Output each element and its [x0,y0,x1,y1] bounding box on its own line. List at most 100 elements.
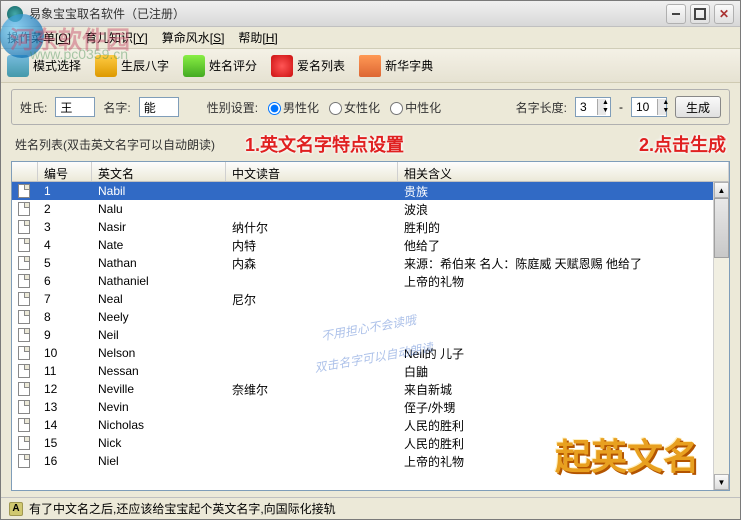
menu-fortune[interactable]: 算命风水[S] [162,29,225,46]
table-row[interactable]: 11Nessan白鼬 [12,362,729,380]
book-icon [359,55,381,77]
statusbar: A 有了中文名之后,还应该给宝宝起个英文名字,向国际化接轨 [1,497,740,519]
mode-icon [7,55,29,77]
scroll-down-button[interactable]: ▼ [714,474,729,490]
cell-english: Nessan [92,364,226,378]
table-row[interactable]: 4Nate内特他给了 [12,236,729,254]
cell-english: Nabil [92,184,226,198]
cell-number: 3 [38,220,92,234]
table-row[interactable]: 7Neal尼尔 [12,290,729,308]
table-row[interactable]: 13Nevin侄子/外甥 [12,398,729,416]
toolbar-favorites[interactable]: 爱名列表 [271,55,345,77]
table-row[interactable]: 12Neville奈维尔来自新城 [12,380,729,398]
document-icon [18,184,30,198]
document-icon [18,382,30,396]
cell-meaning: 波浪 [398,201,729,218]
col-meaning[interactable]: 相关含义 [398,162,729,181]
status-icon: A [9,502,23,516]
spin-down-icon[interactable]: ▼ [657,107,666,115]
table-body[interactable]: 1Nabil贵族2Nalu波浪3Nasir纳什尔胜利的4Nate内特他给了5Na… [12,182,729,490]
cell-number: 10 [38,346,92,360]
cell-meaning: 贵族 [398,183,729,200]
table-row[interactable]: 1Nabil 贵族 [12,182,729,200]
table-row[interactable]: 9Neil [12,326,729,344]
gender-male-option[interactable]: 男性化 [268,99,319,116]
menu-operations[interactable]: 操作菜单[O] [7,29,71,46]
table-row[interactable]: 3Nasir纳什尔胜利的 [12,218,729,236]
document-icon [18,310,30,324]
cell-english: Nathaniel [92,274,226,288]
col-number[interactable]: 编号 [38,162,92,181]
maximize-button[interactable] [690,4,710,24]
cell-number: 15 [38,436,92,450]
cell-meaning: 胜利的 [398,219,729,236]
toolbar-dictionary[interactable]: 新华字典 [359,55,433,77]
given-label: 名字: [103,99,130,116]
document-icon [18,454,30,468]
table-row[interactable]: 16Niel上帝的礼物 [12,452,729,470]
toolbar-bazi[interactable]: 生辰八字 [95,55,169,77]
length-min-input[interactable]: 3 ▲▼ [575,97,611,117]
gender-neutral-option[interactable]: 中性化 [390,99,441,116]
cell-pinyin: 尼尔 [226,291,398,308]
cell-number: 14 [38,418,92,432]
spin-down-icon[interactable]: ▼ [597,107,606,115]
document-icon [18,328,30,342]
cell-english: Neil [92,328,226,342]
col-icon[interactable] [12,162,38,181]
gender-female-option[interactable]: 女性化 [329,99,380,116]
table-row[interactable]: 15Nick 人民的胜利 [12,434,729,452]
spin-up-icon[interactable]: ▲ [597,99,606,107]
document-icon [18,418,30,432]
scroll-up-button[interactable]: ▲ [714,182,729,198]
cell-pinyin: 内特 [226,237,398,254]
cell-english: Niel [92,454,226,468]
score-icon [183,55,205,77]
cell-number: 13 [38,400,92,414]
minimize-button[interactable] [666,4,686,24]
close-button[interactable] [714,4,734,24]
cell-pinyin: 奈维尔 [226,381,398,398]
annotation-1: 1.英文名字特点设置 [245,131,404,157]
toolbar-score[interactable]: 姓名评分 [183,55,257,77]
given-input[interactable] [139,97,179,117]
table-row[interactable]: 2Nalu波浪 [12,200,729,218]
cell-english: Nate [92,238,226,252]
length-max-input[interactable]: 10 ▲▼ [631,97,667,117]
spin-up-icon[interactable]: ▲ [657,99,666,107]
cell-number: 2 [38,202,92,216]
col-pinyin[interactable]: 中文读音 [226,162,398,181]
heart-icon [271,55,293,77]
cell-english: Nick [92,436,226,450]
surname-input[interactable] [55,97,95,117]
cell-meaning: 来源：希伯来 名人：陈庭威 天赋恩赐 他给了 [398,255,729,272]
cell-number: 6 [38,274,92,288]
cell-meaning: 上帝的礼物 [398,273,729,290]
cell-pinyin: 纳什尔 [226,219,398,236]
table-row[interactable]: 10NelsonNeil的 儿子 [12,344,729,362]
length-label: 名字长度: [516,99,567,116]
gender-group: 性别设置: 男性化 女性化 中性化 [207,99,441,116]
cell-english: Nevin [92,400,226,414]
table-row[interactable]: 8Neely [12,308,729,326]
cell-meaning: 人民的胜利 [398,435,729,452]
table-row[interactable]: 14Nicholas人民的胜利 [12,416,729,434]
toolbar-mode-select[interactable]: 模式选择 [7,55,81,77]
cell-english: Nicholas [92,418,226,432]
app-icon [7,6,23,22]
document-icon [18,202,30,216]
col-english[interactable]: 英文名 [92,162,226,181]
app-window: 易象宝宝取名软件（已注册） 操作菜单[O] 育儿知识[Y] 算命风水[S] 帮助… [0,0,741,520]
cell-number: 1 [38,184,92,198]
menu-parenting[interactable]: 育儿知识[Y] [85,29,148,46]
table-row[interactable]: 6Nathaniel 上帝的礼物 [12,272,729,290]
cell-number: 5 [38,256,92,270]
menu-help[interactable]: 帮助[H] [238,29,277,46]
cell-number: 9 [38,328,92,342]
vertical-scrollbar: ▲ ▼ [713,182,729,490]
cell-meaning: Neil的 儿子 [398,345,729,362]
generate-button[interactable]: 生成 [675,96,721,118]
scroll-thumb[interactable] [714,198,729,258]
table-row[interactable]: 5Nathan内森来源：希伯来 名人：陈庭威 天赋恩赐 他给了 [12,254,729,272]
bazi-icon [95,55,117,77]
